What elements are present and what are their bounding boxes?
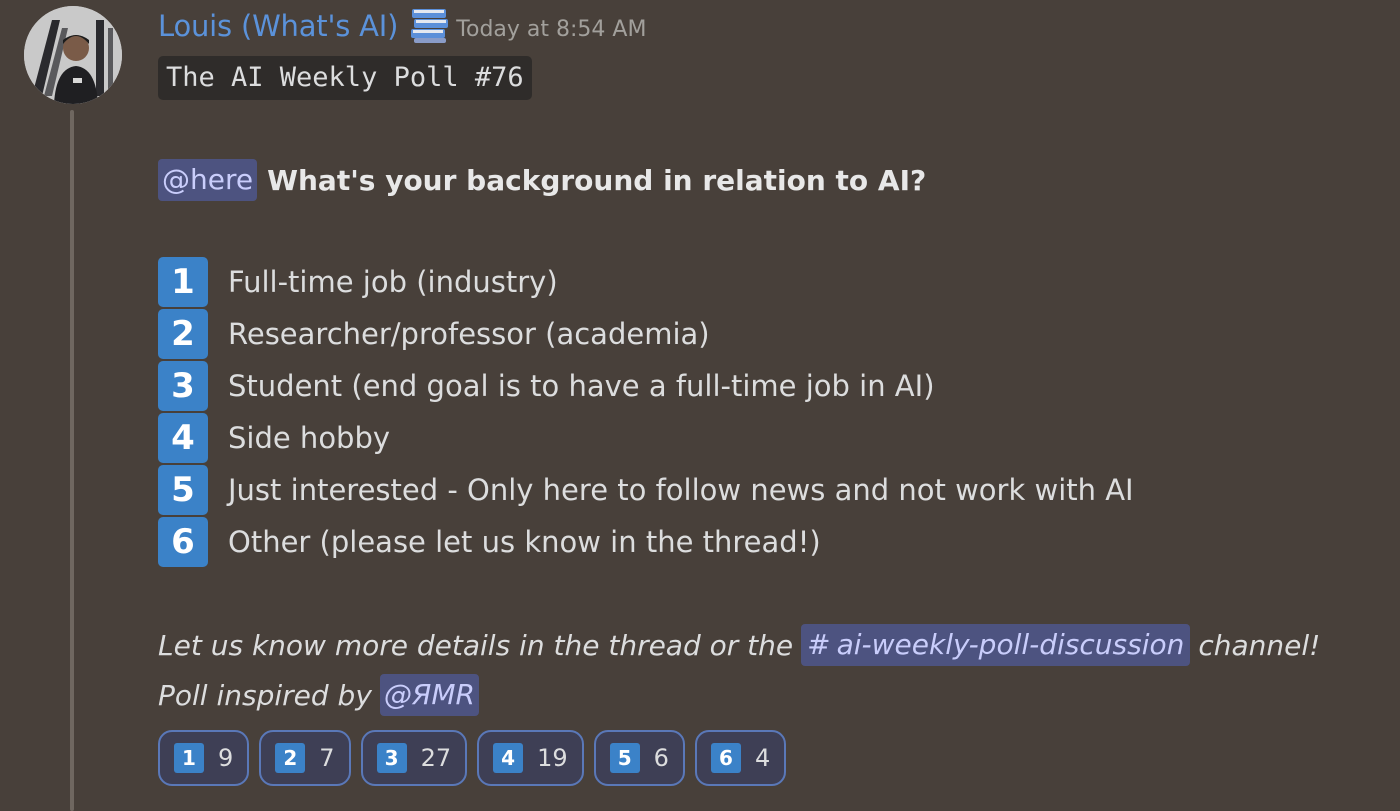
poll-question: What's your background in relation to AI…	[267, 163, 927, 197]
keycap-3-icon: 3	[376, 743, 407, 773]
avatar-ai-logo-icon	[24, 6, 122, 104]
keycap-6-icon: 6	[710, 743, 741, 773]
keycap-3-icon: 3	[158, 361, 208, 411]
reaction-count: 9	[218, 744, 234, 772]
author-name[interactable]: Louis (What's AI)	[158, 9, 398, 43]
poll-option: 3 Student (end goal is to have a full-ti…	[158, 360, 1134, 412]
keycap-5-icon: 5	[158, 465, 208, 515]
reaction-count: 6	[653, 744, 669, 772]
thread-note-prefix: Let us know more details in the thread o…	[158, 628, 794, 662]
keycap-4-icon: 4	[493, 743, 524, 773]
poll-option-label: Researcher/professor (academia)	[228, 317, 710, 351]
message-header: Louis (What's AI) Today at 8:54 AM	[158, 4, 646, 48]
poll-credit-prefix: Poll inspired by	[158, 678, 372, 712]
reaction-count: 19	[537, 744, 568, 772]
reaction-count: 4	[754, 744, 771, 772]
poll-question-line: @here What's your background in relation…	[158, 158, 926, 202]
reaction-button-6[interactable]: 6 4	[694, 730, 787, 786]
poll-option: 4 Side hobby	[158, 412, 1134, 464]
poll-options: 1 Full-time job (industry) 2 Researcher/…	[158, 256, 1134, 568]
here-mention[interactable]: @here	[158, 159, 258, 201]
poll-credit: Poll inspired by @ЯMR	[158, 672, 479, 718]
books-icon	[410, 7, 450, 45]
reaction-button-4[interactable]: 4 19	[477, 730, 584, 786]
message-timestamp[interactable]: Today at 8:54 AM	[456, 17, 646, 42]
reaction-count: 27	[420, 744, 452, 772]
channel-mention[interactable]: # ai-weekly-poll-discussion	[801, 624, 1191, 666]
inline-code-title: The AI Weekly Poll #76	[158, 56, 532, 100]
poll-option-label: Just interested - Only here to follow ne…	[228, 473, 1134, 507]
reaction-bar: 1 9 2 7 3 27 4 19 5 6 6 4	[158, 730, 787, 786]
reaction-button-5[interactable]: 5 6	[593, 730, 685, 786]
keycap-4-icon: 4	[158, 413, 208, 463]
poll-option-label: Full-time job (industry)	[228, 265, 558, 299]
poll-option-label: Side hobby	[228, 421, 391, 455]
keycap-1-icon: 1	[174, 743, 204, 773]
thread-note: Let us know more details in the thread o…	[158, 622, 1320, 668]
chat-message: Louis (What's AI) Today at 8:54 AM The A…	[0, 0, 1400, 811]
thread-line	[70, 110, 74, 811]
poll-option: 1 Full-time job (industry)	[158, 256, 1134, 308]
poll-option: 6 Other (please let us know in the threa…	[158, 516, 1134, 568]
keycap-1-icon: 1	[158, 257, 208, 307]
thread-note-suffix: channel!	[1198, 628, 1321, 662]
poll-option: 5 Just interested - Only here to follow …	[158, 464, 1134, 516]
reaction-button-1[interactable]: 1 9	[158, 730, 250, 786]
channel-hash-icon: #	[807, 628, 831, 661]
user-mention[interactable]: @ЯMR	[379, 674, 479, 716]
keycap-2-icon: 2	[158, 309, 208, 359]
user-avatar[interactable]	[24, 6, 122, 104]
keycap-2-icon: 2	[275, 743, 306, 773]
channel-name: ai-weekly-poll-discussion	[836, 628, 1185, 661]
reaction-button-3[interactable]: 3 27	[360, 730, 468, 786]
poll-option-label: Other (please let us know in the thread!…	[228, 525, 821, 559]
reaction-count: 7	[319, 744, 335, 772]
poll-option-label: Student (end goal is to have a full-time…	[228, 369, 935, 403]
keycap-6-icon: 6	[158, 517, 208, 567]
keycap-5-icon: 5	[609, 743, 640, 773]
poll-option: 2 Researcher/professor (academia)	[158, 308, 1134, 360]
reaction-button-2[interactable]: 2 7	[259, 730, 351, 786]
